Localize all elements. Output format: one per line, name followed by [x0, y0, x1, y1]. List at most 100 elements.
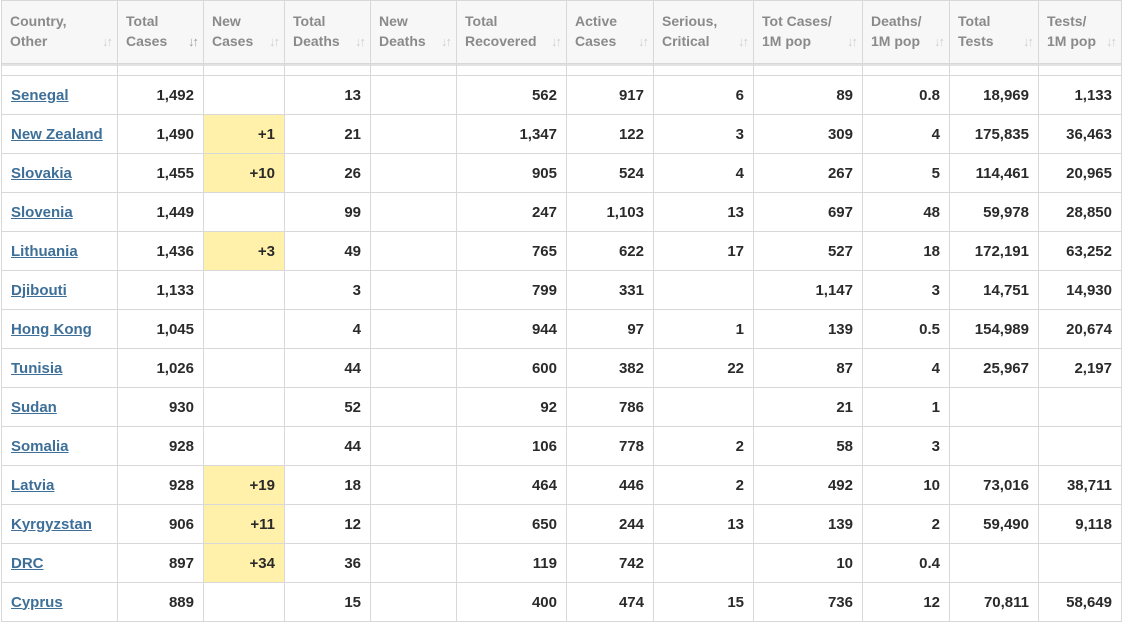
country-link[interactable]: Senegal: [11, 87, 69, 104]
cell-country: Djibouti: [1, 270, 118, 310]
cell-new-deaths: [370, 348, 457, 388]
country-link[interactable]: Djibouti: [11, 282, 67, 299]
cell-active-cases: 122: [566, 114, 654, 154]
cell-deaths-per-1m: 5: [862, 153, 950, 193]
cell-new-deaths: [370, 63, 457, 76]
cell-new-cases: [203, 192, 285, 232]
cell-total-deaths: 49: [284, 231, 371, 271]
country-link[interactable]: New Zealand: [11, 126, 103, 143]
column-header-tests-per-1m[interactable]: Tests/ 1M pop ↓↑: [1038, 0, 1122, 64]
sort-icon[interactable]: ↓↑: [188, 32, 199, 52]
cell-tests-per-1m: 9,118: [1038, 504, 1122, 544]
cell-tests-per-1m: 2,197: [1038, 348, 1122, 388]
cell-total-recovered: [456, 63, 567, 76]
cell-tot-cases-per-1m: 267: [753, 153, 863, 193]
country-link[interactable]: Slovenia: [11, 204, 73, 221]
table-row: Slovenia 1,449 99 247 1,103 13 697 48 59,978 28,8…: [1, 192, 1122, 232]
cell-serious-critical: 13: [653, 192, 754, 232]
country-link[interactable]: Somalia: [11, 438, 69, 455]
country-link[interactable]: Cyprus: [11, 594, 63, 611]
cell-total-deaths: 18: [284, 465, 371, 505]
column-header-deaths-per-1m[interactable]: Deaths/ 1M pop ↓↑: [862, 0, 950, 64]
country-link[interactable]: Lithuania: [11, 243, 78, 260]
sort-icon[interactable]: ↓↑: [102, 32, 113, 52]
column-header-serious-critical[interactable]: Serious, Critical ↓↑: [653, 0, 754, 64]
header-row: Country, Other ↓↑ Total Cases ↓↑ New Cases ↓↑…: [1, 0, 1122, 64]
column-header-total-deaths[interactable]: Total Deaths ↓↑: [284, 0, 371, 64]
cell-new-deaths: [370, 504, 457, 544]
cell-tot-cases-per-1m: 89: [753, 75, 863, 115]
cell-active-cases: 331: [566, 270, 654, 310]
cell-total-cases: 1,492: [117, 75, 204, 115]
cell-tot-cases-per-1m: 139: [753, 504, 863, 544]
cell-tot-cases-per-1m: 139: [753, 309, 863, 349]
sort-icon[interactable]: ↓↑: [355, 32, 366, 52]
cell-total-recovered: 1,347: [456, 114, 567, 154]
sort-icon[interactable]: ↓↑: [269, 32, 280, 52]
cell-total-deaths: 36: [284, 543, 371, 583]
country-link[interactable]: DRC: [11, 555, 44, 572]
cell-new-deaths: [370, 309, 457, 349]
sort-icon[interactable]: ↓↑: [441, 32, 452, 52]
country-link[interactable]: Hong Kong: [11, 321, 92, 338]
cell-total-tests: 59,490: [949, 504, 1039, 544]
cell-total-cases: 1,436: [117, 231, 204, 271]
cell-deaths-per-1m: 10: [862, 465, 950, 505]
sort-icon[interactable]: ↓↑: [1106, 32, 1117, 52]
country-link[interactable]: Latvia: [11, 477, 54, 494]
cell-tests-per-1m: [1038, 426, 1122, 466]
cell-active-cases: 524: [566, 153, 654, 193]
cell-active-cases: 786: [566, 387, 654, 427]
cell-country: Hong Kong: [1, 309, 118, 349]
cell-active-cases: 917: [566, 75, 654, 115]
country-link[interactable]: Kyrgyzstan: [11, 516, 92, 533]
cell-serious-critical: 4: [653, 153, 754, 193]
cell-new-deaths: [370, 582, 457, 622]
column-header-country[interactable]: Country, Other ↓↑: [1, 0, 118, 64]
cell-new-cases: [203, 63, 285, 76]
cell-total-recovered: 92: [456, 387, 567, 427]
column-header-total-tests[interactable]: Total Tests ↓↑: [949, 0, 1039, 64]
cell-total-recovered: 464: [456, 465, 567, 505]
cell-total-cases: 1,449: [117, 192, 204, 232]
cell-new-deaths: [370, 270, 457, 310]
sort-icon[interactable]: ↓↑: [738, 32, 749, 52]
cell-total-recovered: 600: [456, 348, 567, 388]
column-header-new-cases[interactable]: New Cases ↓↑: [203, 0, 285, 64]
cell-total-recovered: 765: [456, 231, 567, 271]
column-header-total-cases[interactable]: Total Cases ↓↑: [117, 0, 204, 64]
country-link[interactable]: Sudan: [11, 399, 57, 416]
cell-active-cases: 244: [566, 504, 654, 544]
cell-tot-cases-per-1m: 697: [753, 192, 863, 232]
column-header-new-deaths[interactable]: New Deaths ↓↑: [370, 0, 457, 64]
cell-deaths-per-1m: 1: [862, 387, 950, 427]
cell-total-cases: 906: [117, 504, 204, 544]
column-header-tot-cases-per-1m[interactable]: Tot Cases/ 1M pop ↓↑: [753, 0, 863, 64]
cell-deaths-per-1m: 18: [862, 231, 950, 271]
sort-icon[interactable]: ↓↑: [1023, 32, 1034, 52]
cell-deaths-per-1m: 4: [862, 114, 950, 154]
cell-serious-critical: [653, 270, 754, 310]
cell-total-tests: 59,978: [949, 192, 1039, 232]
country-link[interactable]: Slovakia: [11, 165, 72, 182]
cell-total-cases: 1,490: [117, 114, 204, 154]
sort-icon[interactable]: ↓↑: [638, 32, 649, 52]
sort-icon[interactable]: ↓↑: [551, 32, 562, 52]
cell-new-cases: +3: [203, 231, 285, 271]
cell-total-deaths: 4: [284, 309, 371, 349]
sort-icon[interactable]: ↓↑: [847, 32, 858, 52]
cell-active-cases: [566, 63, 654, 76]
cell-tests-per-1m: 14,930: [1038, 270, 1122, 310]
cell-new-cases: +19: [203, 465, 285, 505]
cell-total-cases: 1,026: [117, 348, 204, 388]
cell-active-cases: 474: [566, 582, 654, 622]
cell-total-deaths: 99: [284, 192, 371, 232]
column-header-total-recovered[interactable]: Total Recovered ↓↑: [456, 0, 567, 64]
sort-icon[interactable]: ↓↑: [934, 32, 945, 52]
table-row: Hong Kong 1,045 4 944 97 1 139 0.5 154,989 20,674: [1, 309, 1122, 349]
cell-new-cases: +11: [203, 504, 285, 544]
column-header-active-cases[interactable]: Active Cases ↓↑: [566, 0, 654, 64]
cell-tot-cases-per-1m: 10: [753, 543, 863, 583]
country-link[interactable]: Tunisia: [11, 360, 62, 377]
cell-active-cases: 382: [566, 348, 654, 388]
